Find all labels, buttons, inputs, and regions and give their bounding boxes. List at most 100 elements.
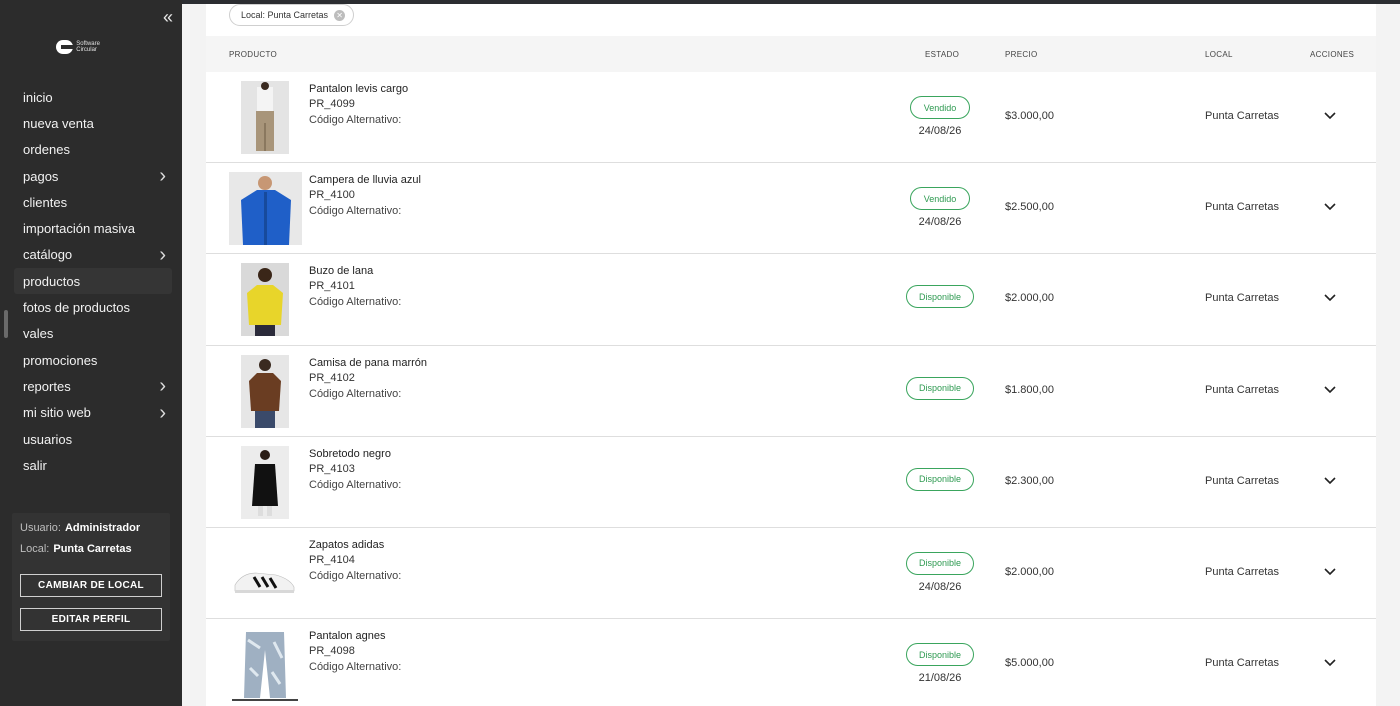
chevron-down-icon[interactable] — [1322, 200, 1338, 214]
sidebar-item-label: promociones — [23, 352, 98, 368]
remove-filter-icon[interactable]: ✕ — [334, 9, 346, 21]
sidebar-item-label: catálogo — [23, 247, 73, 263]
sidebar-item-label: vales — [23, 326, 54, 342]
table-row[interactable]: Camisa de pana marrón PR_4102 Código Alter… — [206, 346, 1376, 437]
product-thumbnail[interactable] — [241, 81, 289, 154]
sidebar-item-pagos[interactable]: pagos › — [14, 163, 172, 189]
sidebar-item-nueva-venta[interactable]: nueva venta — [14, 110, 172, 136]
chevron-down-icon[interactable] — [1322, 656, 1338, 670]
sidebar-nav: inicio nueva venta ordenes pagos › clientes im… — [14, 84, 172, 478]
table-row[interactable]: Pantalon levis cargo PR_4099 Código Altern… — [206, 72, 1376, 164]
sidebar: « Software Circular inicio nueva venta ord… — [0, 0, 182, 706]
sidebar-item-catálogo[interactable]: catálogo › — [14, 242, 172, 268]
table-header: PRODUCTO ESTADO PRECIO LOCAL ACCIONES — [206, 36, 1376, 72]
table-row[interactable]: Zapatos adidas PR_4104 Código Alternativo:… — [206, 528, 1376, 620]
product-name[interactable]: Campera de lluvia azul — [309, 174, 421, 186]
status-badge: Disponible — [906, 467, 974, 491]
sidebar-item-label: reportes — [23, 378, 71, 394]
user-value: Administrador — [64, 522, 141, 534]
logo-mark-icon — [56, 40, 77, 54]
product-name[interactable]: Buzo de lana — [309, 265, 373, 277]
chevron-down-icon[interactable] — [1322, 565, 1338, 579]
product-thumbnail[interactable] — [229, 172, 302, 246]
product-thumbnail[interactable] — [241, 354, 289, 428]
chevron-right-icon: › — [159, 243, 166, 266]
product-price: $1.800,00 — [1005, 383, 1054, 396]
sidebar-item-label: fotos de productos — [23, 300, 130, 316]
sidebar-item-clientes[interactable]: clientes — [14, 189, 172, 215]
sidebar-item-reportes[interactable]: reportes › — [14, 373, 172, 399]
table-row[interactable]: Buzo de lana PR_4101 Código Alternativo: Di… — [206, 254, 1376, 346]
product-local: Punta Carretas — [1205, 474, 1279, 487]
chevron-right-icon: › — [159, 375, 166, 398]
chevron-down-icon[interactable] — [1322, 383, 1338, 397]
sidebar-item-ordenes[interactable]: ordenes — [14, 137, 172, 163]
status-date: 21/08/26 — [918, 672, 962, 685]
status-badge: Vendido — [910, 96, 970, 119]
table-row[interactable]: Pantalon agnes PR_4098 Código Alternativo:… — [206, 619, 1376, 706]
product-name[interactable]: Camisa de pana marrón — [309, 357, 427, 369]
header-local: LOCAL — [1205, 50, 1233, 59]
product-local: Punta Carretas — [1205, 565, 1279, 578]
sidebar-item-label: clientes — [23, 194, 68, 210]
product-code: PR_4104 — [309, 553, 355, 566]
sidebar-item-label: mi sitio web — [23, 405, 91, 421]
logo: Software Circular — [56, 38, 116, 56]
sidebar-item-label: productos — [23, 273, 81, 289]
alt-code-label: Código Alternativo: — [309, 296, 402, 309]
chevron-down-icon[interactable] — [1322, 291, 1338, 305]
product-local: Punta Carretas — [1205, 383, 1279, 396]
status-badge: Disponible — [906, 551, 974, 575]
product-name[interactable]: Pantalon levis cargo — [309, 83, 408, 95]
edit-profile-button[interactable]: EDITAR PERFIL — [20, 608, 162, 631]
product-name[interactable]: Pantalon agnes — [309, 630, 385, 642]
table-row[interactable]: Sobretodo negro PR_4103 Código Alternativo… — [206, 437, 1376, 528]
alt-code-label: Código Alternativo: — [309, 114, 402, 126]
status-badge: Disponible — [906, 643, 974, 667]
collapse-sidebar-icon[interactable]: « — [163, 8, 179, 26]
status-date: 24/08/26 — [918, 216, 962, 229]
sidebar-scrollbar[interactable] — [4, 310, 8, 338]
product-thumbnail[interactable] — [232, 536, 296, 610]
user-label: Usuario: — [20, 522, 61, 534]
product-local: Punta Carretas — [1205, 292, 1279, 305]
sidebar-item-fotos-de-productos[interactable]: fotos de productos — [14, 294, 172, 320]
header-producto: PRODUCTO — [229, 50, 278, 59]
local-label: Local: — [20, 543, 50, 555]
sidebar-item-vales[interactable]: vales — [14, 321, 172, 347]
sidebar-item-importación-masiva[interactable]: importación masiva — [14, 215, 172, 241]
product-thumbnail[interactable] — [230, 628, 300, 702]
local-info: Local: Punta Carretas — [20, 543, 132, 555]
local-value: Punta Carretas — [53, 543, 132, 555]
status-badge: Vendido — [910, 187, 970, 211]
user-info: Usuario: Administrador — [20, 522, 140, 534]
table-row[interactable]: Campera de lluvia azul PR_4100 Código Alte… — [206, 163, 1376, 255]
sidebar-item-label: importación masiva — [23, 221, 135, 237]
sidebar-item-salir[interactable]: salir — [14, 452, 172, 478]
product-price: $3.000,00 — [1005, 110, 1054, 122]
sidebar-item-label: ordenes — [23, 142, 70, 158]
product-thumbnail[interactable] — [241, 445, 289, 519]
sidebar-item-mi-sitio-web[interactable]: mi sitio web › — [14, 400, 172, 426]
change-local-button[interactable]: CAMBIAR DE LOCAL — [20, 574, 162, 597]
alt-code-label: Código Alternativo: — [309, 387, 402, 400]
chevron-right-icon: › — [159, 401, 166, 424]
products-table-body: Pantalon levis cargo PR_4099 Código Altern… — [206, 72, 1376, 706]
product-code: PR_4100 — [309, 189, 355, 202]
chevron-down-icon[interactable] — [1322, 109, 1338, 123]
product-thumbnail[interactable] — [241, 263, 289, 337]
status-date: 24/08/26 — [918, 580, 962, 593]
product-code: PR_4103 — [309, 462, 355, 475]
chevron-down-icon[interactable] — [1322, 474, 1338, 488]
product-name[interactable]: Sobretodo negro — [309, 448, 391, 460]
product-name[interactable]: Zapatos adidas — [309, 539, 384, 551]
sidebar-item-inicio[interactable]: inicio — [14, 84, 172, 110]
alt-code-label: Código Alternativo: — [309, 569, 402, 582]
product-code: PR_4099 — [309, 98, 355, 110]
alt-code-label: Código Alternativo: — [309, 661, 402, 674]
sidebar-item-promociones[interactable]: promociones — [14, 347, 172, 373]
sidebar-item-usuarios[interactable]: usuarios — [14, 426, 172, 452]
filter-chip-local[interactable]: Local: Punta Carretas ✕ — [229, 4, 355, 26]
header-estado: ESTADO — [925, 50, 960, 59]
sidebar-item-productos[interactable]: productos — [14, 268, 172, 295]
